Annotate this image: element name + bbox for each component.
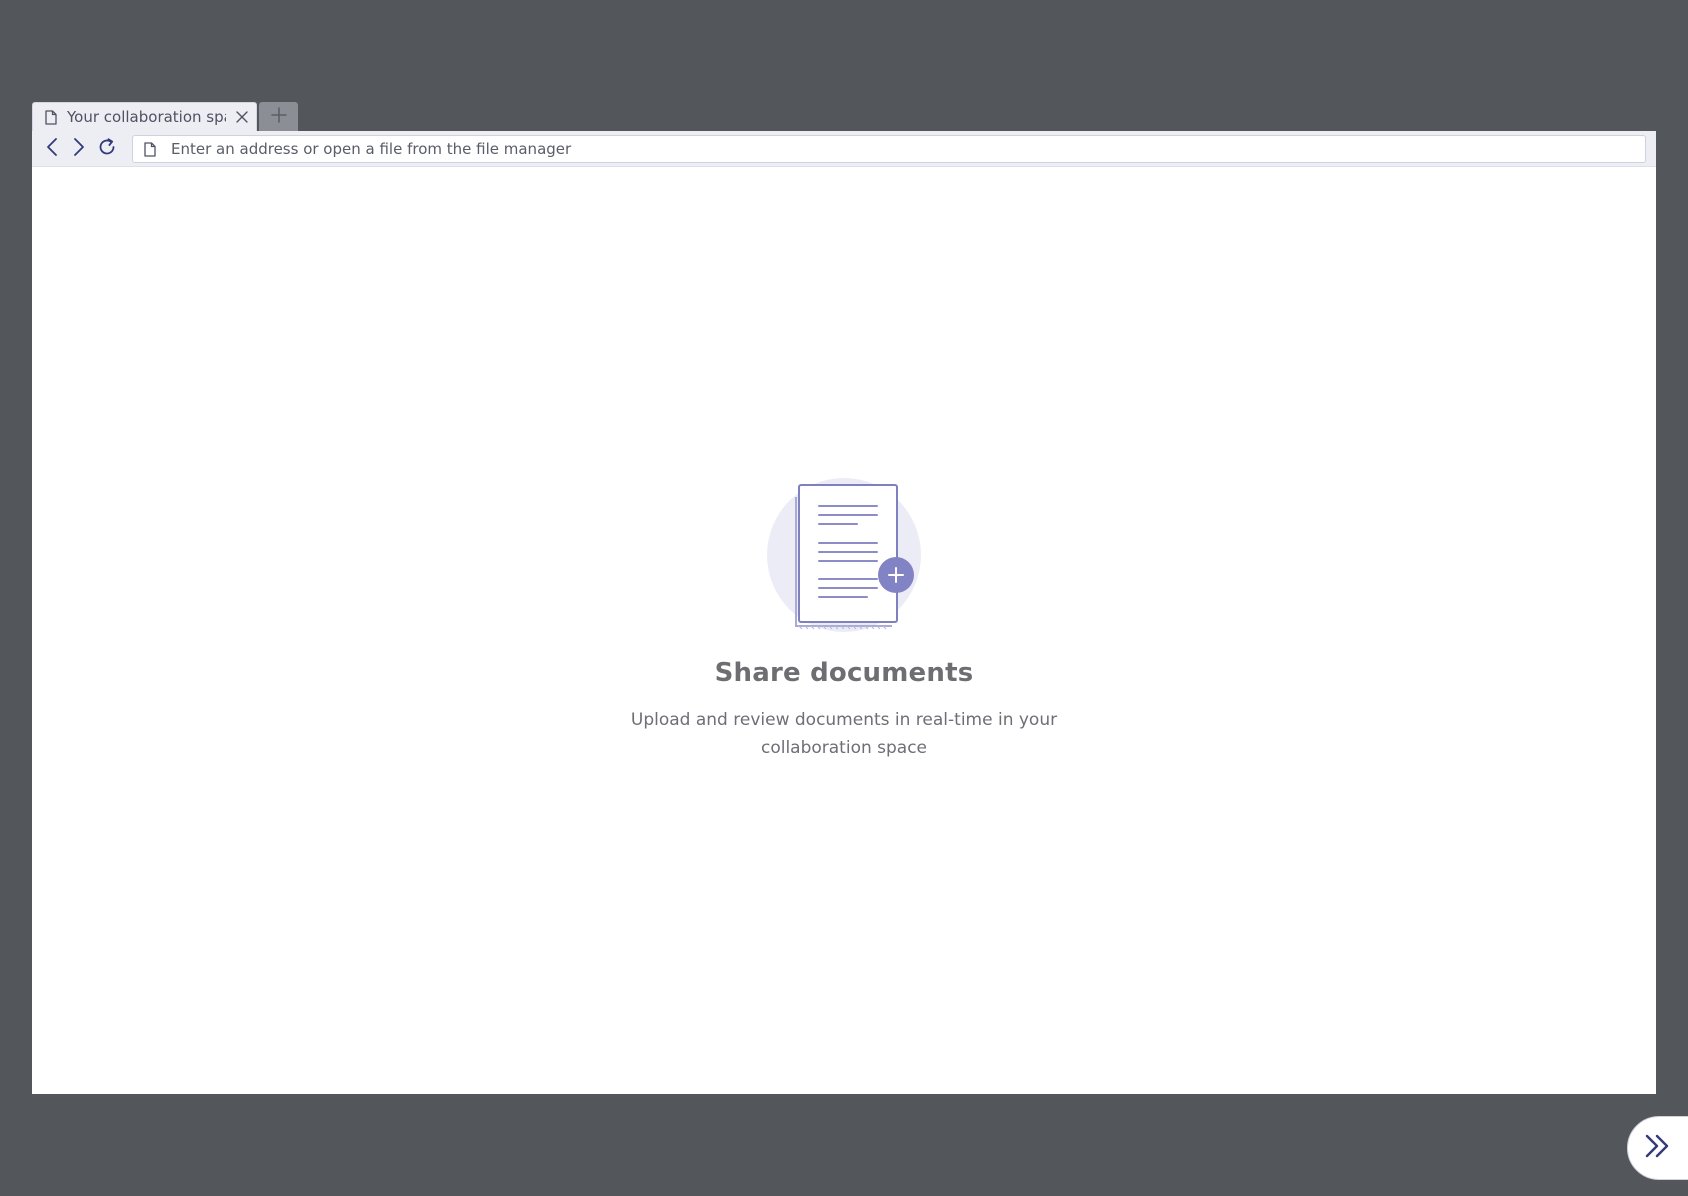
browser-tab[interactable]: Your collaboration space (32, 102, 257, 131)
address-input[interactable] (171, 140, 1635, 158)
new-tab-button[interactable] (259, 102, 298, 131)
back-button[interactable] (40, 137, 64, 161)
expand-panel-button[interactable] (1627, 1116, 1688, 1180)
document-icon (143, 141, 157, 157)
reload-icon (97, 137, 117, 161)
browser-window: Share documents Upload and review docume… (32, 131, 1656, 1094)
document-icon (43, 109, 59, 125)
empty-state: Share documents Upload and review docume… (32, 476, 1656, 762)
empty-state-title: Share documents (714, 658, 974, 688)
plus-icon (270, 106, 287, 127)
tab-title: Your collaboration space (67, 108, 226, 126)
chevron-right-icon (72, 137, 86, 161)
document-add-illustration (759, 476, 929, 636)
chevron-left-icon (45, 137, 59, 161)
close-icon[interactable] (234, 109, 250, 125)
address-bar[interactable] (132, 135, 1646, 163)
double-chevron-right-icon (1644, 1133, 1672, 1163)
forward-button[interactable] (67, 137, 91, 161)
reload-button[interactable] (95, 137, 119, 161)
empty-state-description: Upload and review documents in real-time… (630, 710, 1058, 758)
browser-toolbar (32, 131, 1656, 167)
